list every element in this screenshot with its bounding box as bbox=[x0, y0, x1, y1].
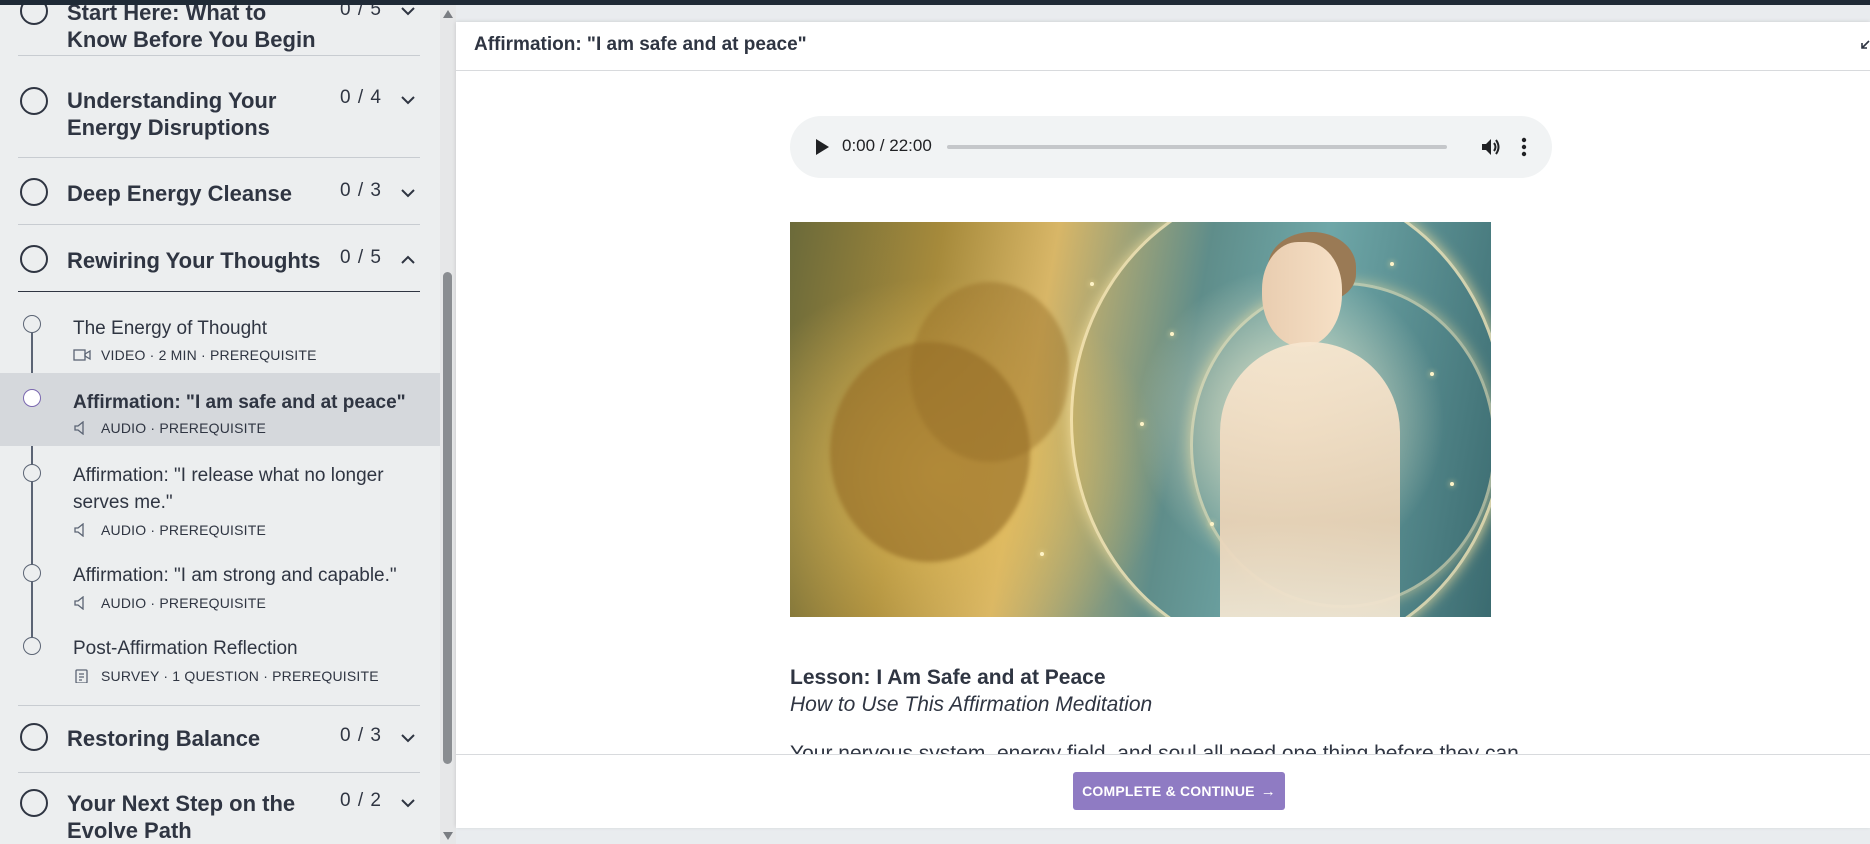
tree-illustration bbox=[910, 282, 1070, 462]
chapter-understanding[interactable]: Understanding Your Energy Disruptions 0 … bbox=[18, 65, 420, 158]
chapter-deep-cleanse[interactable]: Deep Energy Cleanse 0 / 3 bbox=[18, 158, 420, 225]
lesson-heading: Lesson: I Am Safe and at Peace bbox=[790, 666, 1106, 689]
chapter-title: Restoring Balance bbox=[67, 726, 261, 751]
lesson-page-title: Affirmation: "I am safe and at peace" bbox=[474, 34, 807, 55]
sparkle bbox=[1390, 262, 1394, 266]
chapter-title: Start Here: What to Know Before You Begi… bbox=[67, 5, 316, 52]
chapter-progress: 0 / 3 bbox=[340, 180, 382, 201]
lesson-status-icon bbox=[23, 315, 41, 333]
audio-icon bbox=[74, 596, 84, 610]
figure-body bbox=[1220, 342, 1400, 617]
chapter-status-icon bbox=[20, 723, 48, 751]
figure-head bbox=[1262, 242, 1342, 347]
chapter-progress: 0 / 3 bbox=[340, 725, 382, 746]
collapse-icon[interactable] bbox=[1858, 40, 1870, 52]
lesson-title: The Energy of Thought bbox=[73, 318, 267, 339]
chapter-next-step[interactable]: Your Next Step on the Evolve Path 0 / 2 bbox=[18, 772, 420, 844]
sparkle bbox=[1140, 422, 1144, 426]
chevron-down-icon[interactable] bbox=[398, 793, 418, 813]
scroll-up-icon[interactable] bbox=[443, 10, 453, 18]
chapter-status-icon bbox=[20, 5, 48, 25]
chapter-restoring-balance[interactable]: Restoring Balance 0 / 3 bbox=[18, 705, 420, 773]
lesson-item[interactable]: The Energy of Thought VIDEO · 2 MIN · PR… bbox=[0, 301, 440, 369]
audio-player[interactable]: 0:00 / 22:00 bbox=[790, 116, 1552, 178]
lesson-title: Affirmation: "I release what no longer s… bbox=[73, 465, 384, 513]
chevron-down-icon[interactable] bbox=[398, 728, 418, 748]
chapter-title: Your Next Step on the Evolve Path bbox=[67, 791, 296, 843]
chapter-status-icon bbox=[20, 789, 48, 817]
complete-continue-label: COMPLETE & CONTINUE bbox=[1082, 782, 1255, 799]
lesson-status-icon bbox=[23, 389, 41, 407]
course-sidebar: Start Here: What to Know Before You Begi… bbox=[0, 5, 440, 844]
lesson-panel: Affirmation: "I am safe and at peace" 0:… bbox=[456, 22, 1870, 828]
chevron-down-icon[interactable] bbox=[398, 5, 418, 21]
lesson-meta: AUDIO · PREREQUISITE bbox=[73, 595, 266, 611]
lesson-header: Affirmation: "I am safe and at peace" bbox=[456, 22, 1870, 71]
lesson-meta: AUDIO · PREREQUISITE bbox=[73, 420, 266, 436]
lesson-status-icon bbox=[23, 564, 41, 582]
lesson-meta: SURVEY · 1 QUESTION · PREREQUISITE bbox=[73, 668, 379, 684]
chevron-down-icon[interactable] bbox=[398, 90, 418, 110]
lesson-meta-text: AUDIO · PREREQUISITE bbox=[101, 595, 267, 611]
lesson-meta: AUDIO · PREREQUISITE bbox=[73, 522, 266, 538]
chapter-progress: 0 / 5 bbox=[340, 5, 382, 20]
complete-continue-button[interactable]: COMPLETE & CONTINUE → bbox=[1073, 772, 1285, 810]
lesson-subheading: How to Use This Affirmation Meditation bbox=[790, 693, 1153, 716]
chapter-start-here[interactable]: Start Here: What to Know Before You Begi… bbox=[18, 5, 420, 56]
arrow-right-icon: → bbox=[1260, 782, 1276, 800]
sparkle bbox=[1040, 552, 1044, 556]
chapter-status-icon bbox=[20, 178, 48, 206]
lesson-status-icon bbox=[23, 637, 41, 655]
chapter-progress: 0 / 4 bbox=[340, 87, 382, 108]
lesson-title: Affirmation: "I am safe and at peace" bbox=[73, 392, 406, 413]
more-options-icon[interactable] bbox=[1520, 136, 1528, 158]
chapter-title: Rewiring Your Thoughts bbox=[67, 248, 321, 273]
lesson-meta-text: VIDEO · 2 MIN · PREREQUISITE bbox=[101, 347, 317, 363]
chapter-progress: 0 / 2 bbox=[340, 790, 382, 811]
lesson-meta-text: AUDIO · PREREQUISITE bbox=[101, 420, 267, 436]
lesson-item-active[interactable]: Affirmation: "I am safe and at peace" AU… bbox=[0, 373, 440, 446]
chevron-down-icon[interactable] bbox=[398, 183, 418, 203]
audio-progress-bar[interactable] bbox=[947, 145, 1447, 149]
sparkle bbox=[1210, 522, 1214, 526]
chapter-rewiring[interactable]: Rewiring Your Thoughts 0 / 5 bbox=[18, 225, 420, 292]
volume-icon[interactable] bbox=[1480, 136, 1502, 158]
sparkle bbox=[1450, 482, 1454, 486]
chapter-status-icon bbox=[20, 245, 48, 273]
sparkle bbox=[1090, 282, 1094, 286]
chapter-title: Understanding Your Energy Disruptions bbox=[67, 88, 277, 140]
chapter-status-icon bbox=[20, 87, 48, 115]
lesson-meta: VIDEO · 2 MIN · PREREQUISITE bbox=[73, 347, 317, 363]
lesson-footer: COMPLETE & CONTINUE → bbox=[456, 754, 1870, 828]
lesson-item[interactable]: Affirmation: "I release what no longer s… bbox=[0, 450, 440, 546]
chevron-up-icon[interactable] bbox=[398, 250, 418, 270]
audio-icon bbox=[74, 523, 84, 537]
lesson-meta-text: SURVEY · 1 QUESTION · PREREQUISITE bbox=[101, 668, 379, 684]
play-icon[interactable] bbox=[814, 138, 830, 156]
lesson-image bbox=[790, 222, 1491, 617]
video-icon bbox=[73, 349, 91, 361]
sidebar-scroll-thumb[interactable] bbox=[443, 272, 452, 764]
audio-icon bbox=[74, 421, 84, 435]
audio-time: 0:00 / 22:00 bbox=[842, 136, 932, 155]
scroll-down-icon[interactable] bbox=[443, 832, 453, 840]
chapter-progress: 0 / 5 bbox=[340, 247, 382, 268]
lesson-title: Post-Affirmation Reflection bbox=[73, 638, 298, 659]
survey-icon bbox=[75, 669, 88, 683]
lesson-item[interactable]: Affirmation: "I am strong and capable." … bbox=[0, 550, 440, 620]
lesson-title: Affirmation: "I am strong and capable." bbox=[73, 565, 397, 586]
lesson-status-icon bbox=[23, 464, 41, 482]
sparkle bbox=[1170, 332, 1174, 336]
lesson-item[interactable]: Post-Affirmation Reflection SURVEY · 1 Q… bbox=[0, 623, 440, 693]
sparkle bbox=[1430, 372, 1434, 376]
chapter-title: Deep Energy Cleanse bbox=[67, 181, 292, 206]
lesson-meta-text: AUDIO · PREREQUISITE bbox=[101, 522, 267, 538]
